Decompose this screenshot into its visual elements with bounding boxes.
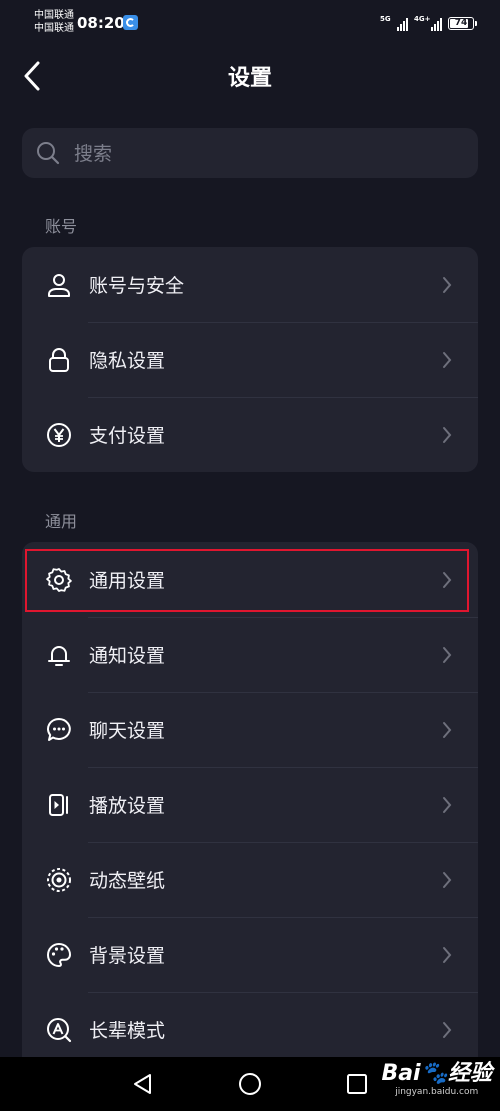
- settings-item-account-security[interactable]: 账号与安全: [22, 247, 478, 322]
- settings-item-chat[interactable]: 聊天设置: [22, 692, 478, 767]
- elder-mode-icon: [47, 1018, 72, 1043]
- nav-home-icon[interactable]: [237, 1071, 263, 1097]
- settings-item-label: 通用设置: [89, 570, 166, 592]
- settings-item-elder-mode[interactable]: 长辈模式: [22, 992, 478, 1057]
- chevron-right-icon: [443, 947, 452, 963]
- settings-item-live-wallpaper[interactable]: 动态壁纸: [22, 842, 478, 917]
- section-label-account: 账号: [45, 217, 78, 236]
- settings-item-label: 长辈模式: [89, 1020, 166, 1042]
- chevron-right-icon: [443, 352, 452, 368]
- signal-indicators: 5G 4G+ 74: [380, 14, 477, 32]
- settings-item-label: 动态壁纸: [89, 870, 166, 892]
- network-type-2: 4G+: [414, 15, 431, 23]
- palette-icon: [47, 943, 71, 967]
- carrier-2: 中国联通: [34, 23, 74, 34]
- chevron-right-icon: [443, 872, 452, 888]
- chevron-right-icon: [443, 1022, 452, 1038]
- settings-item-label: 支付设置: [89, 425, 166, 447]
- search-icon: [37, 142, 60, 165]
- nav-back-icon[interactable]: [130, 1071, 156, 1097]
- clock: 08:20: [77, 14, 125, 32]
- watermark-logo-text: Bai🐾经验: [381, 1061, 492, 1086]
- settings-item-notification[interactable]: 通知设置: [22, 617, 478, 692]
- search-input[interactable]: [72, 128, 466, 180]
- settings-item-playback[interactable]: 播放设置: [22, 767, 478, 842]
- settings-item-label: 播放设置: [89, 795, 166, 817]
- app-notification-icon: [123, 15, 138, 30]
- chevron-right-icon: [443, 797, 452, 813]
- search-bar[interactable]: [22, 128, 478, 180]
- person-icon: [48, 274, 70, 297]
- bell-icon: [48, 646, 70, 666]
- lock-icon: [49, 348, 69, 372]
- settings-item-label: 账号与安全: [89, 275, 185, 297]
- navigation-bar: Bai🐾经验 jingyan.baidu.com: [0, 1057, 500, 1111]
- chevron-right-icon: [443, 722, 452, 738]
- general-settings-card: 通用设置 通知设置 聊天设置 播放设置 动态壁纸 背景设置 长辈模式: [22, 542, 478, 1057]
- yuan-icon: [47, 423, 71, 447]
- battery-level: 74: [454, 18, 468, 28]
- play-icon: [49, 794, 68, 816]
- carrier-info: 中国联通 中国联通: [34, 9, 74, 35]
- settings-item-privacy[interactable]: 隐私设置: [22, 322, 478, 397]
- chevron-right-icon: [443, 647, 452, 663]
- chevron-right-icon: [443, 572, 452, 588]
- gear-icon: [46, 568, 72, 592]
- wallpaper-icon: [47, 868, 71, 892]
- settings-item-label: 聊天设置: [89, 720, 166, 742]
- watermark-url: jingyan.baidu.com: [395, 1087, 479, 1097]
- chevron-right-icon: [443, 277, 452, 293]
- chat-icon: [47, 718, 71, 741]
- signal-5g-icon: 5G: [380, 15, 408, 31]
- baidu-jingyan-watermark: Bai🐾经验 jingyan.baidu.com: [381, 1061, 492, 1098]
- section-label-general: 通用: [45, 512, 78, 531]
- battery-icon: 74: [448, 16, 477, 30]
- settings-item-general[interactable]: 通用设置: [22, 542, 478, 617]
- nav-recents-icon[interactable]: [344, 1071, 370, 1097]
- account-settings-card: 账号与安全 隐私设置 支付设置: [22, 247, 478, 472]
- carrier-1: 中国联通: [34, 10, 74, 21]
- settings-item-label: 隐私设置: [89, 350, 166, 372]
- signal-4g-icon: 4G+: [414, 15, 442, 31]
- status-bar: 中国联通 中国联通 08:20 5G 4G+ 74: [0, 0, 500, 44]
- settings-item-background[interactable]: 背景设置: [22, 917, 478, 992]
- settings-item-label: 背景设置: [89, 945, 166, 967]
- page-title: 设置: [227, 66, 272, 91]
- settings-item-label: 通知设置: [89, 645, 166, 667]
- settings-item-payment[interactable]: 支付设置: [22, 397, 478, 472]
- chevron-right-icon: [443, 427, 452, 443]
- network-type-1: 5G: [380, 15, 391, 23]
